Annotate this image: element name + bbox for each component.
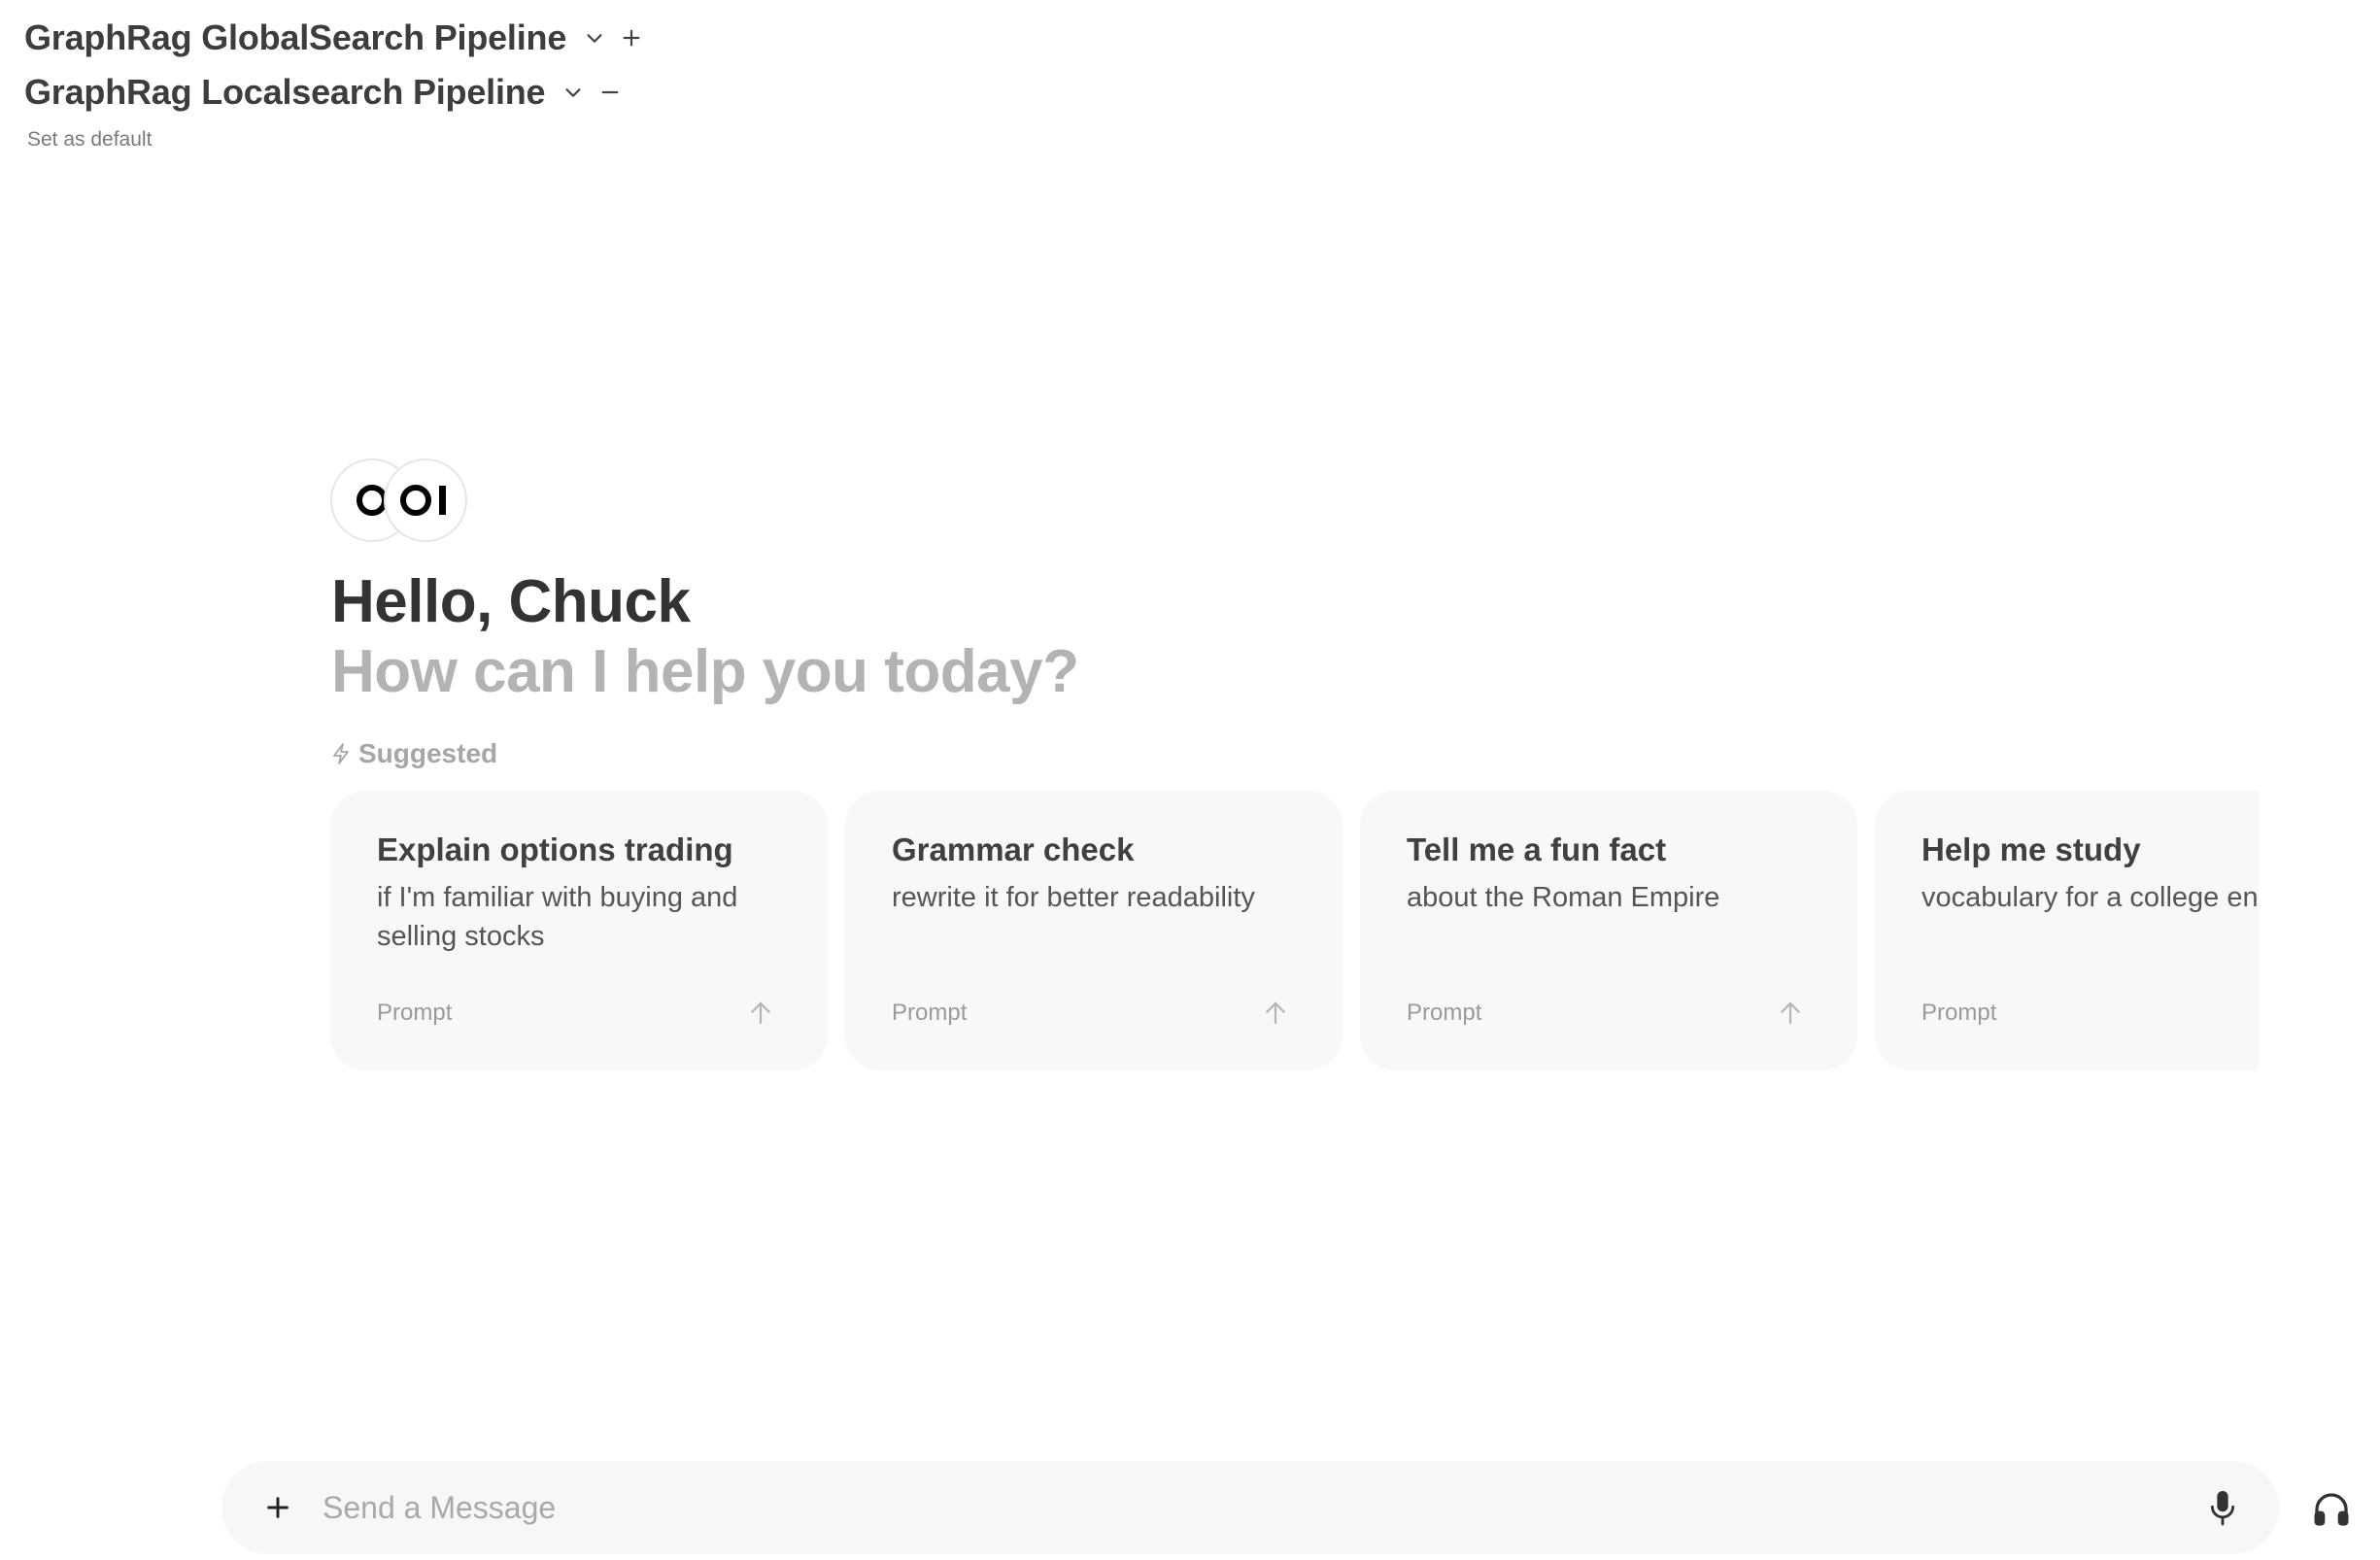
suggested-label: Suggested [358, 738, 498, 768]
suggested-header: Suggested [331, 738, 497, 769]
arrow-up-icon[interactable] [1776, 999, 1805, 1028]
suggestion-card[interactable]: Explain options trading if I'm familiar … [330, 791, 828, 1070]
suggestion-card[interactable]: Tell me a fun fact about the Roman Empir… [1360, 791, 1857, 1070]
model-selector-2[interactable]: GraphRag Localsearch Pipeline [24, 68, 625, 117]
model-logos [330, 458, 476, 544]
card-kind: Prompt [1921, 1000, 1997, 1026]
chevron-down-icon[interactable] [580, 23, 609, 52]
microphone-icon[interactable] [2195, 1480, 2250, 1535]
card-title: Tell me a fun fact [1407, 831, 1667, 867]
card-kind: Prompt [1407, 1000, 1482, 1026]
chat-page: GraphRag GlobalSearch Pipeline GraphRag … [0, 0, 2380, 1560]
card-kind: Prompt [892, 1000, 968, 1026]
card-description: if I'm familiar with buying and selling … [377, 882, 738, 952]
plus-icon[interactable] [251, 1480, 305, 1535]
model-selector-1[interactable]: GraphRag GlobalSearch Pipeline [24, 14, 646, 62]
bolt-icon [331, 742, 351, 765]
message-composer [221, 1461, 2279, 1554]
plus-icon[interactable] [617, 23, 646, 52]
suggestion-carousel: Explain options trading if I'm familiar … [330, 791, 2259, 1072]
arrow-up-icon[interactable] [746, 999, 775, 1028]
oi-logo-icon [400, 485, 446, 516]
card-description: rewrite it for better readability [892, 882, 1255, 913]
card-description: vocabulary for a college entrance exam [1921, 882, 2259, 913]
suggestion-card[interactable]: Grammar check rewrite it for better read… [845, 791, 1343, 1070]
card-title: Help me study [1921, 831, 2141, 867]
card-description: about the Roman Empire [1407, 882, 1720, 913]
greeting-subtitle: How can I help you today? [331, 638, 1079, 705]
model-name[interactable]: GraphRag GlobalSearch Pipeline [24, 17, 566, 58]
card-kind: Prompt [377, 1000, 453, 1026]
message-input[interactable] [323, 1478, 2195, 1537]
suggestion-card[interactable]: Help me study vocabulary for a college e… [1875, 791, 2259, 1070]
arrow-up-icon[interactable] [1261, 999, 1290, 1028]
minus-icon[interactable] [595, 78, 625, 107]
card-title: Grammar check [892, 831, 1135, 867]
headphones-icon[interactable] [2304, 1482, 2359, 1537]
model-name[interactable]: GraphRag Localsearch Pipeline [24, 72, 546, 113]
card-title: Explain options trading [377, 831, 733, 867]
greeting-title: Hello, Chuck [331, 568, 691, 635]
set-as-default-link[interactable]: Set as default [27, 128, 152, 152]
chevron-down-icon[interactable] [559, 78, 588, 107]
model-logo [384, 458, 467, 542]
